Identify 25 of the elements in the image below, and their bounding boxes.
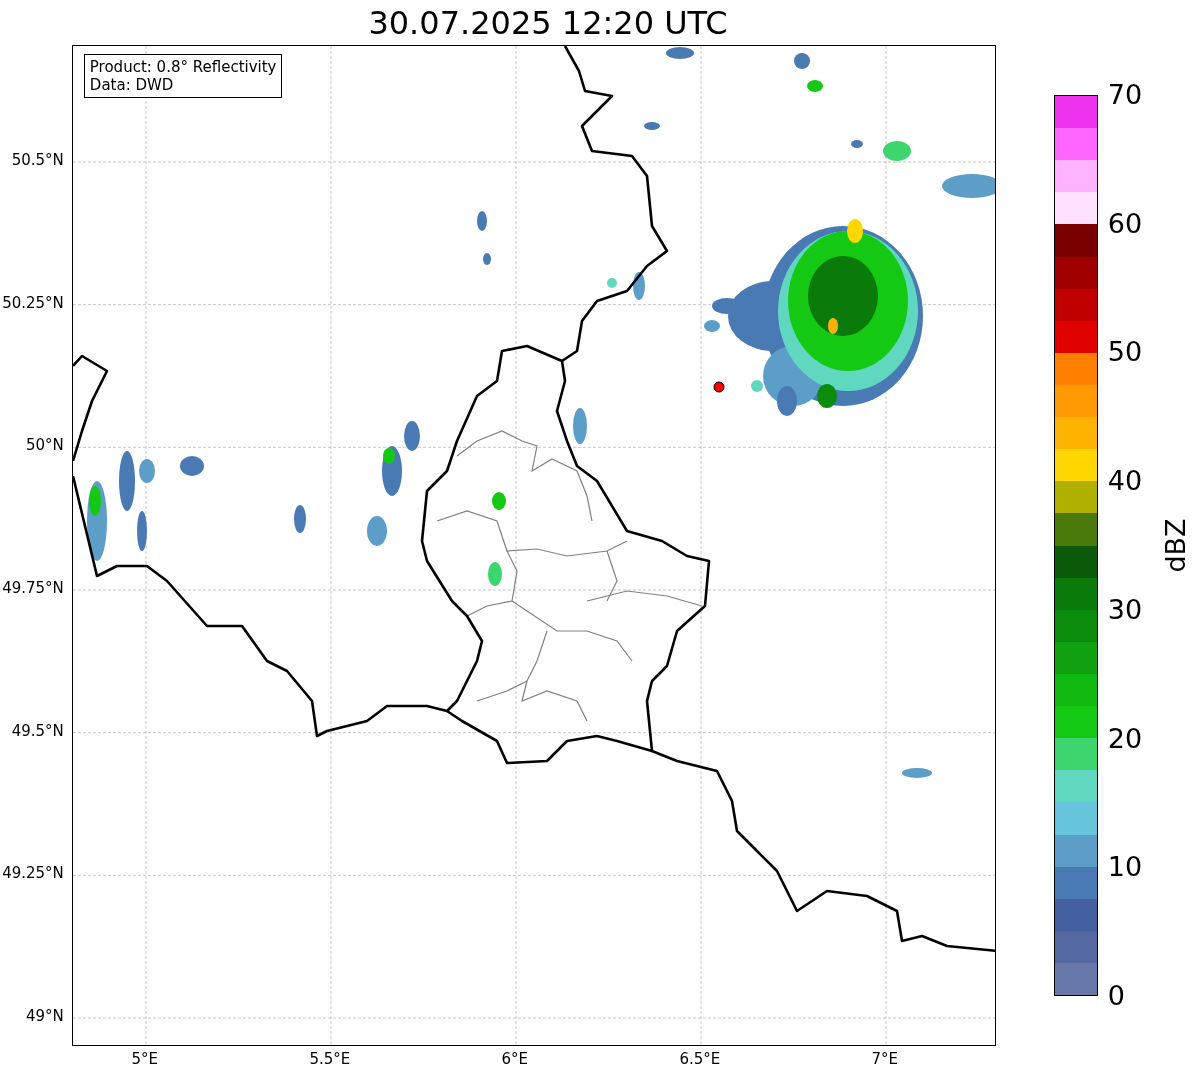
longitude-label: 5°E	[131, 1052, 159, 1067]
info-text: Product: 0.8° Reflectivity	[89, 58, 277, 76]
longitude-label: 5.5°E	[309, 1052, 351, 1067]
latitude-label: 49.5°N	[11, 723, 64, 739]
scale-label: 0	[1107, 982, 1125, 1009]
scale-label: 60	[1107, 209, 1143, 237]
scale-label: 50	[1107, 338, 1143, 366]
scale-label: 30	[1107, 595, 1143, 623]
longitude-label: 6°E	[501, 1052, 529, 1067]
latitude-label: 49°N	[26, 1009, 64, 1024]
latitude-label: 50.5°N	[11, 153, 64, 168]
latitude-label: 50°N	[26, 438, 64, 454]
scale-label: 10	[1107, 853, 1143, 881]
chart-title: 30.07.2025 12:20 UTC	[368, 6, 728, 39]
scale-label: 70	[1107, 81, 1143, 108]
longitude-label: 7°E	[871, 1052, 899, 1067]
latitude-label: 50.25°N	[2, 295, 64, 311]
location-dot	[713, 381, 725, 393]
longitude-label: 6.5°E	[679, 1052, 721, 1067]
scale-label: 20	[1107, 724, 1143, 752]
info-text: Data: DWD	[89, 76, 175, 94]
latitude-label: 49.75°N	[2, 581, 64, 596]
latitude-label: 49.25°N	[2, 866, 64, 882]
scale-label: 40	[1107, 467, 1143, 495]
scale-unit-label: dBZ	[1161, 518, 1189, 573]
